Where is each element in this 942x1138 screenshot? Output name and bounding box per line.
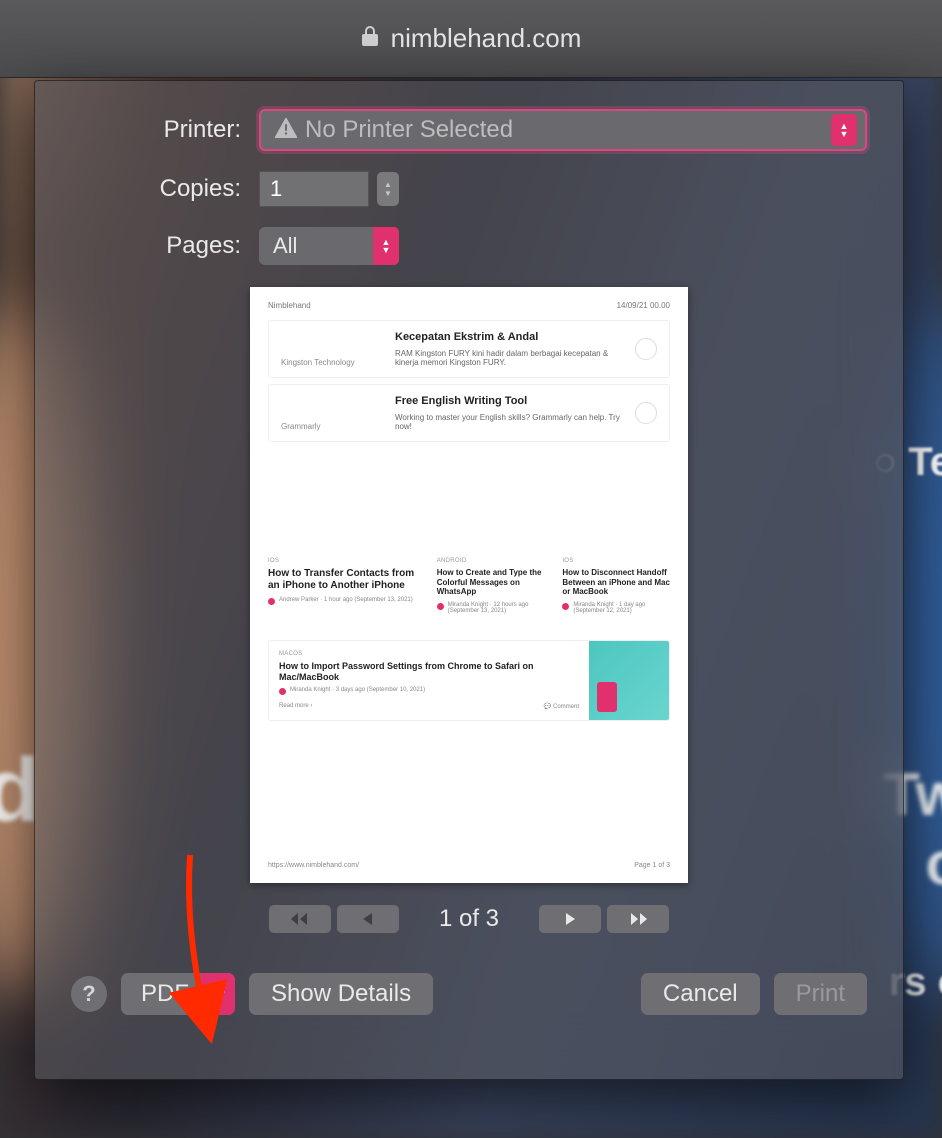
preview-ad-title: Free English Writing Tool bbox=[395, 395, 621, 407]
pdf-label: PDF bbox=[141, 980, 189, 1008]
next-page-button[interactable] bbox=[539, 905, 601, 933]
preview-header-date: 14/09/21 00.00 bbox=[617, 301, 670, 310]
printer-dropdown[interactable]: No Printer Selected ▲▼ bbox=[259, 109, 867, 151]
chevron-down-icon bbox=[201, 973, 235, 1015]
url-domain: nimblehand.com bbox=[391, 23, 582, 54]
dropdown-stepper-icon: ▲▼ bbox=[831, 114, 857, 146]
preview-article-tag: ANDROID bbox=[437, 558, 545, 564]
printer-value: No Printer Selected bbox=[305, 116, 831, 144]
print-preview-page: Nimblehand 14/09/21 00.00 Kingston Techn… bbox=[250, 287, 688, 883]
warning-icon bbox=[275, 118, 297, 143]
preview-ad-brand: Grammarly bbox=[281, 422, 381, 431]
preview-article: IOS How to Disconnect Handoff Between an… bbox=[562, 558, 670, 614]
preview-ad-title: Kecepatan Ekstrim & Andal bbox=[395, 331, 621, 343]
first-page-button[interactable] bbox=[269, 905, 331, 933]
preview-article-tag: IOS bbox=[268, 558, 419, 564]
preview-article-meta: Miranda Knight · 1 day ago (September 12… bbox=[573, 602, 670, 614]
show-details-button[interactable]: Show Details bbox=[249, 973, 433, 1015]
preview-article-meta: Miranda Knight · 3 days ago (September 1… bbox=[290, 687, 425, 693]
preview-article-tag: MACOS bbox=[279, 651, 579, 657]
preview-article-meta: Miranda Knight · 12 hours ago (September… bbox=[448, 602, 545, 614]
pdf-dropdown-button[interactable]: PDF bbox=[121, 973, 235, 1015]
preview-article: ANDROID How to Create and Type the Color… bbox=[437, 558, 545, 614]
cancel-button[interactable]: Cancel bbox=[641, 973, 760, 1015]
printer-label: Printer: bbox=[71, 116, 241, 144]
preview-readmore: Read more › bbox=[279, 703, 312, 710]
preview-article-tag: IOS bbox=[562, 558, 670, 564]
preview-ad-brand: Kingston Technology bbox=[281, 358, 381, 367]
browser-url-bar: nimblehand.com bbox=[0, 0, 942, 78]
lock-icon bbox=[361, 25, 379, 52]
preview-article-title: How to Create and Type the Colorful Mess… bbox=[437, 568, 545, 597]
preview-article-title: How to Import Password Settings from Chr… bbox=[279, 661, 579, 683]
preview-article-title: How to Disconnect Handoff Between an iPh… bbox=[562, 568, 670, 597]
preview-ad-card: Kingston Technology Kecepatan Ekstrim & … bbox=[268, 320, 670, 378]
copies-input[interactable] bbox=[259, 171, 369, 207]
print-button[interactable]: Print bbox=[774, 973, 867, 1015]
copies-stepper[interactable]: ▲▼ bbox=[377, 172, 399, 206]
preview-pager: 1 of 3 bbox=[71, 905, 867, 933]
preview-article-meta: Andrew Parker · 1 hour ago (September 13… bbox=[279, 597, 413, 603]
dropdown-stepper-icon: ▲▼ bbox=[373, 227, 399, 265]
preview-article-title: How to Transfer Contacts from an iPhone … bbox=[268, 568, 419, 592]
preview-article: IOS How to Transfer Contacts from an iPh… bbox=[268, 558, 419, 614]
preview-ad-text: Working to master your English skills? G… bbox=[395, 413, 621, 431]
preview-comment: 💬 Comment bbox=[544, 703, 579, 710]
prev-page-button[interactable] bbox=[337, 905, 399, 933]
page-indicator: 1 of 3 bbox=[439, 905, 499, 933]
preview-ad-text: RAM Kingston FURY kini hadir dalam berba… bbox=[395, 349, 621, 367]
help-button[interactable]: ? bbox=[71, 976, 107, 1012]
preview-footer-url: https://www.nimblehand.com/ bbox=[268, 862, 359, 869]
pages-label: Pages: bbox=[71, 232, 241, 260]
preview-header-title: Nimblehand bbox=[268, 301, 311, 310]
preview-ad-icon bbox=[635, 402, 657, 424]
copies-label: Copies: bbox=[71, 175, 241, 203]
preview-thumbnail bbox=[589, 641, 669, 721]
preview-ad-icon bbox=[635, 338, 657, 360]
last-page-button[interactable] bbox=[607, 905, 669, 933]
preview-featured-card: MACOS How to Import Password Settings fr… bbox=[268, 640, 670, 722]
preview-footer-page: Page 1 of 3 bbox=[634, 862, 670, 869]
pages-value: All bbox=[273, 233, 373, 259]
pages-dropdown[interactable]: All ▲▼ bbox=[259, 227, 399, 265]
print-dialog: Printer: No Printer Selected ▲▼ Copies: … bbox=[34, 80, 904, 1080]
preview-ad-card: Grammarly Free English Writing Tool Work… bbox=[268, 384, 670, 442]
